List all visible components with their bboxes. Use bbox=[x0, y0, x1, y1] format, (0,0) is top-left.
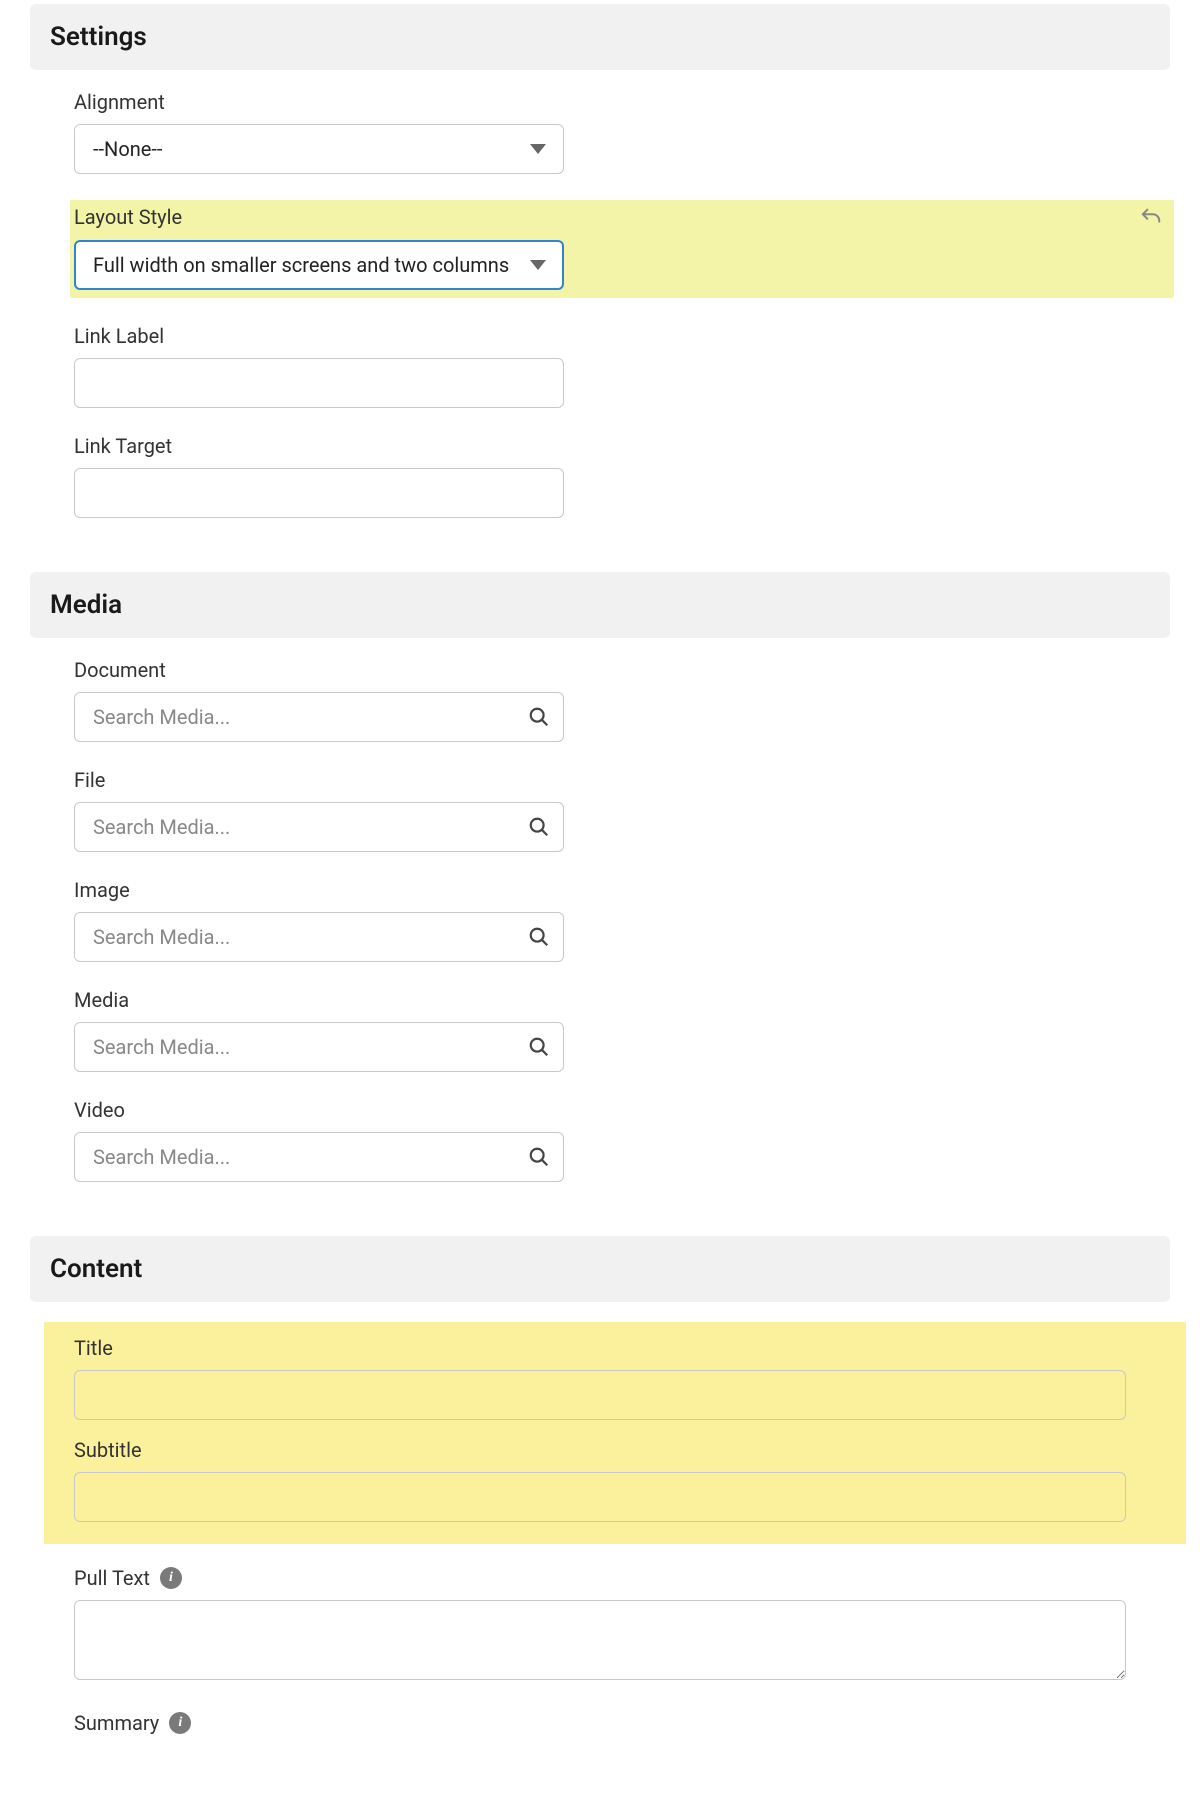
pull-text-textarea[interactable] bbox=[74, 1600, 1126, 1680]
alignment-select[interactable]: --None-- bbox=[74, 124, 564, 174]
summary-field: Summary i bbox=[74, 1711, 1126, 1735]
layout-style-select[interactable]: Full width on smaller screens and two co… bbox=[74, 240, 564, 290]
layout-style-field: Layout Style Full width on smaller scree… bbox=[74, 204, 1170, 290]
file-search-input[interactable] bbox=[74, 802, 564, 852]
link-target-field: Link Target bbox=[74, 434, 1170, 518]
undo-button[interactable] bbox=[1138, 204, 1164, 230]
subtitle-field: Subtitle bbox=[74, 1438, 1126, 1522]
alignment-label: Alignment bbox=[74, 90, 1170, 114]
media-search-input[interactable] bbox=[74, 1022, 564, 1072]
layout-style-label: Layout Style bbox=[74, 205, 182, 229]
link-label-field: Link Label bbox=[74, 324, 1170, 408]
summary-label: Summary bbox=[74, 1711, 159, 1735]
link-target-label: Link Target bbox=[74, 434, 1170, 458]
title-input[interactable] bbox=[74, 1370, 1126, 1420]
link-label-input[interactable] bbox=[74, 358, 564, 408]
info-icon[interactable]: i bbox=[169, 1712, 191, 1734]
media-field: Media bbox=[74, 988, 1170, 1072]
file-label: File bbox=[74, 768, 1170, 792]
document-label: Document bbox=[74, 658, 1170, 682]
document-field: Document bbox=[74, 658, 1170, 742]
media-section: Media Document File bbox=[30, 572, 1170, 1232]
alignment-field: Alignment --None-- bbox=[74, 90, 1170, 174]
media-header: Media bbox=[30, 572, 1170, 638]
link-target-input[interactable] bbox=[74, 468, 564, 518]
settings-header: Settings bbox=[30, 4, 1170, 70]
document-search-input[interactable] bbox=[74, 692, 564, 742]
link-label-label: Link Label bbox=[74, 324, 1170, 348]
video-field: Video bbox=[74, 1098, 1170, 1182]
pull-text-label: Pull Text bbox=[74, 1566, 150, 1590]
file-field: File bbox=[74, 768, 1170, 852]
video-search-input[interactable] bbox=[74, 1132, 564, 1182]
image-field: Image bbox=[74, 878, 1170, 962]
undo-icon bbox=[1140, 206, 1162, 228]
info-icon[interactable]: i bbox=[160, 1567, 182, 1589]
subtitle-label: Subtitle bbox=[74, 1438, 1126, 1462]
settings-section: Settings Alignment --None-- Layout Style bbox=[30, 4, 1170, 568]
image-search-input[interactable] bbox=[74, 912, 564, 962]
content-header: Content bbox=[30, 1236, 1170, 1302]
content-highlight-block: Title Subtitle bbox=[44, 1322, 1186, 1544]
subtitle-input[interactable] bbox=[74, 1472, 1126, 1522]
image-label: Image bbox=[74, 878, 1170, 902]
title-field: Title bbox=[74, 1336, 1126, 1420]
title-label: Title bbox=[74, 1336, 1126, 1360]
layout-style-highlight: Layout Style Full width on smaller scree… bbox=[70, 200, 1174, 298]
video-label: Video bbox=[74, 1098, 1170, 1122]
content-section: Content Title Subtitle Pull bbox=[30, 1236, 1170, 1769]
media-label: Media bbox=[74, 988, 1170, 1012]
pull-text-field: Pull Text i bbox=[74, 1566, 1126, 1685]
